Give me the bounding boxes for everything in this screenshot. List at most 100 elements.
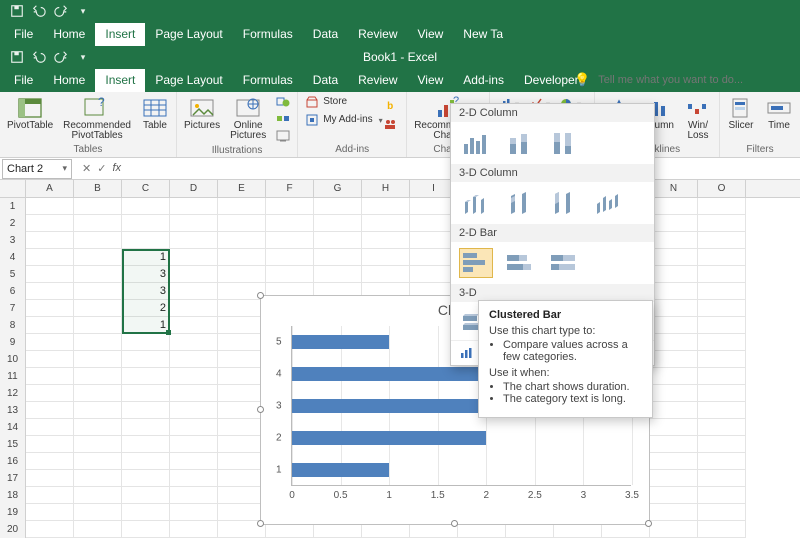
cell-C13[interactable] [122, 402, 170, 419]
cell-O4[interactable] [698, 249, 746, 266]
cell-D8[interactable] [170, 317, 218, 334]
cell-N4[interactable] [650, 249, 698, 266]
cell-D7[interactable] [170, 300, 218, 317]
stacked-column-thumb[interactable] [503, 128, 537, 158]
cell-A12[interactable] [26, 385, 74, 402]
100pct-stacked-bar-thumb[interactable] [547, 248, 581, 278]
cell-E5[interactable] [218, 266, 266, 283]
qat-customize-icon[interactable]: ▾ [76, 50, 90, 64]
row-header-9[interactable]: 9 [0, 334, 26, 351]
cell-B7[interactable] [74, 300, 122, 317]
cell-E4[interactable] [218, 249, 266, 266]
cell-N18[interactable] [650, 487, 698, 504]
cell-F5[interactable] [266, 266, 314, 283]
cell-C14[interactable] [122, 419, 170, 436]
tab-view[interactable]: View [408, 69, 454, 92]
cell-A3[interactable] [26, 232, 74, 249]
bing-maps-button[interactable]: b [380, 98, 400, 114]
cell-D17[interactable] [170, 470, 218, 487]
cell-B18[interactable] [74, 487, 122, 504]
cell-H4[interactable] [362, 249, 410, 266]
cancel-formula-icon[interactable]: ✕ [82, 162, 91, 175]
cell-A16[interactable] [26, 453, 74, 470]
tab-add-ins[interactable]: Add-ins [453, 69, 514, 92]
cell-O13[interactable] [698, 402, 746, 419]
row-header-6[interactable]: 6 [0, 283, 26, 300]
cell-N7[interactable] [650, 300, 698, 317]
cell-N15[interactable] [650, 436, 698, 453]
cell-C3[interactable] [122, 232, 170, 249]
tab-data[interactable]: Data [303, 23, 348, 46]
tab-file[interactable]: File [4, 23, 43, 46]
cell-A19[interactable] [26, 504, 74, 521]
cell-E17[interactable] [218, 470, 266, 487]
cell-O15[interactable] [698, 436, 746, 453]
cell-C10[interactable] [122, 351, 170, 368]
3d-100pct-column-thumb[interactable] [547, 188, 581, 218]
cell-B6[interactable] [74, 283, 122, 300]
undo-icon[interactable] [32, 50, 46, 64]
cell-O16[interactable] [698, 453, 746, 470]
cell-A5[interactable] [26, 266, 74, 283]
cell-O17[interactable] [698, 470, 746, 487]
cell-A6[interactable] [26, 283, 74, 300]
cell-E12[interactable] [218, 385, 266, 402]
cell-E9[interactable] [218, 334, 266, 351]
resize-handle[interactable] [451, 520, 458, 527]
tell-me-search[interactable]: 💡 [574, 70, 754, 90]
resize-handle[interactable] [645, 520, 652, 527]
3d-clustered-column-thumb[interactable] [459, 188, 493, 218]
cell-O2[interactable] [698, 215, 746, 232]
my-addins-button[interactable]: My Add-ins▾ [302, 112, 385, 128]
cell-O19[interactable] [698, 504, 746, 521]
cell-C1[interactable] [122, 198, 170, 215]
cell-C8[interactable]: 1 [122, 317, 170, 334]
row-header-5[interactable]: 5 [0, 266, 26, 283]
cell-A11[interactable] [26, 368, 74, 385]
cell-D6[interactable] [170, 283, 218, 300]
fx-icon[interactable]: fx [112, 162, 127, 175]
tell-me-input[interactable] [594, 70, 754, 90]
100pct-stacked-column-thumb[interactable] [547, 128, 581, 158]
cell-B4[interactable] [74, 249, 122, 266]
slicer-button[interactable]: Slicer [724, 94, 758, 133]
cell-F3[interactable] [266, 232, 314, 249]
cell-N14[interactable] [650, 419, 698, 436]
cell-O6[interactable] [698, 283, 746, 300]
tab-insert[interactable]: Insert [95, 69, 145, 92]
tab-page-layout[interactable]: Page Layout [145, 23, 232, 46]
row-header-7[interactable]: 7 [0, 300, 26, 317]
cell-O14[interactable] [698, 419, 746, 436]
cell-D9[interactable] [170, 334, 218, 351]
col-header-C[interactable]: C [122, 180, 170, 197]
cell-B20[interactable] [74, 521, 122, 538]
cell-H2[interactable] [362, 215, 410, 232]
row-header-8[interactable]: 8 [0, 317, 26, 334]
sparkline-winloss-button[interactable]: Win/ Loss [681, 94, 715, 143]
tab-formulas[interactable]: Formulas [233, 23, 303, 46]
tab-page-layout[interactable]: Page Layout [145, 69, 232, 92]
select-all-corner[interactable] [0, 180, 26, 197]
cell-C5[interactable]: 3 [122, 266, 170, 283]
cell-N6[interactable] [650, 283, 698, 300]
cell-C15[interactable] [122, 436, 170, 453]
stacked-bar-thumb[interactable] [503, 248, 537, 278]
cell-O1[interactable] [698, 198, 746, 215]
enter-formula-icon[interactable]: ✓ [97, 162, 106, 175]
cell-G4[interactable] [314, 249, 362, 266]
cell-C18[interactable] [122, 487, 170, 504]
cell-A4[interactable] [26, 249, 74, 266]
cell-B3[interactable] [74, 232, 122, 249]
redo-icon[interactable] [54, 50, 68, 64]
col-header-F[interactable]: F [266, 180, 314, 197]
row-header-20[interactable]: 20 [0, 521, 26, 538]
cell-B2[interactable] [74, 215, 122, 232]
cell-B11[interactable] [74, 368, 122, 385]
cell-E11[interactable] [218, 368, 266, 385]
cell-O7[interactable] [698, 300, 746, 317]
cell-G1[interactable] [314, 198, 362, 215]
tab-home[interactable]: Home [43, 69, 95, 92]
cell-B1[interactable] [74, 198, 122, 215]
tab-file[interactable]: File [4, 69, 43, 92]
cell-A1[interactable] [26, 198, 74, 215]
